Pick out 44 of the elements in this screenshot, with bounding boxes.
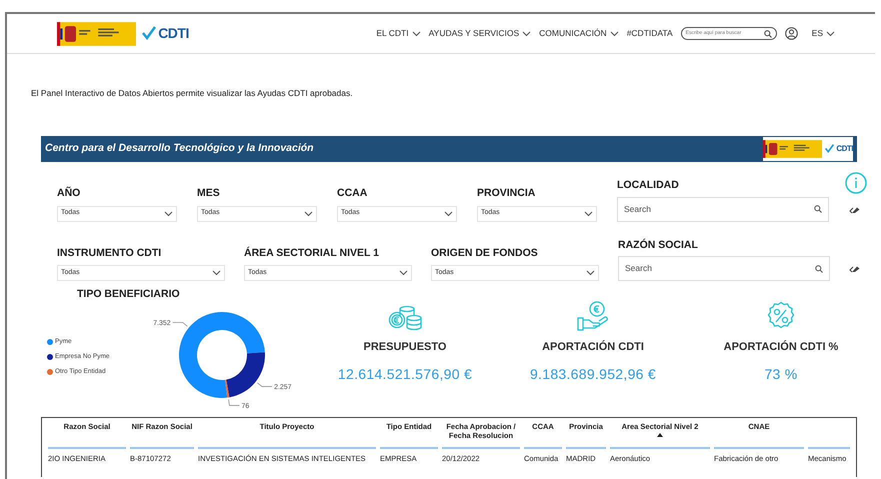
cdti-logo: CDTI [825, 136, 853, 161]
caret-icon [304, 210, 313, 216]
kpi-label: APORTACIÓN CDTI [542, 339, 644, 356]
filter-label: ÁREA SECTORIAL NIVEL 1 [244, 246, 379, 260]
intro-text: El Panel Interactivo de Datos Abiertos permite visualizar las Ayudas CDTI aprobadas. [31, 87, 354, 100]
kpi-value: 9.183.689.952,96 € [530, 364, 656, 384]
cdti-logo: CDTI [142, 22, 189, 46]
search-field[interactable]: Search [617, 196, 829, 222]
kpi-label: APORTACIÓN CDTI % [724, 339, 838, 356]
nav-menu-item[interactable]: AYUDAS Y SERVICIOS [428, 27, 532, 40]
search-icon [814, 205, 822, 213]
kpi-label: PRESUPUESTO [364, 340, 446, 356]
caret-icon [399, 270, 408, 276]
filter-label: AÑO [57, 186, 80, 201]
kpi-value: 12.614.521.576,90 € [338, 364, 472, 384]
leader-line [256, 382, 272, 388]
government-logo [762, 140, 822, 158]
nav-menu-item[interactable]: COMUNICACIÓN [539, 27, 619, 40]
caret-icon [444, 210, 453, 216]
caret-icon [586, 270, 595, 276]
filter-label: MES [197, 186, 220, 201]
search-field[interactable]: Search [618, 256, 830, 282]
leader-line [172, 322, 188, 327]
filter-label: CCAA [337, 186, 368, 201]
caret-icon [212, 270, 221, 276]
chart-title: TIPO BENEFICIARIO [76, 287, 180, 302]
banner-title: Centro para el Desarrollo Tecnológico y la Innovación [45, 140, 314, 156]
leader-line [228, 399, 240, 406]
filter-label: ORIGEN DE FONDOS [431, 246, 538, 260]
language-selector[interactable]: ES [812, 27, 835, 40]
filter-label: PROVINCIA [477, 186, 536, 201]
search-icon [815, 264, 823, 273]
caret-icon [164, 210, 173, 216]
nav-menu-item[interactable]: EL CDTI [376, 27, 421, 40]
hand-coin-icon [576, 301, 610, 332]
filter-label: INSTRUMENTO CDTI [57, 246, 162, 260]
caret-icon [584, 210, 593, 216]
filter-label: LOCALIDAD [617, 178, 679, 193]
filter-label: RAZÓN SOCIAL [618, 238, 698, 252]
kpi-value: 73 % [764, 364, 798, 384]
user-icon [784, 27, 798, 40]
search-icon [764, 30, 772, 38]
caret-icon [826, 30, 835, 36]
nav-menu-item[interactable]: #CDTIDATA [626, 27, 673, 40]
